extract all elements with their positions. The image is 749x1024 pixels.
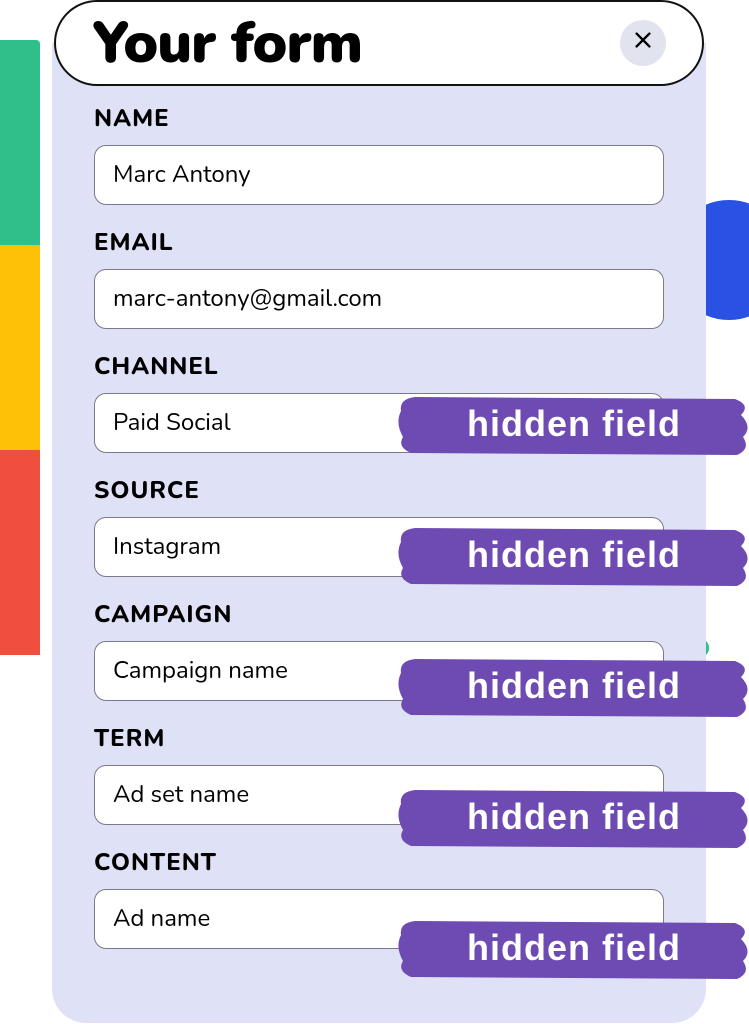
label-name: NAME <box>94 103 664 135</box>
label-term: TERM <box>94 723 664 755</box>
bg-strip-green <box>0 40 40 245</box>
bg-strip-yellow <box>0 245 40 450</box>
form-title: Your form <box>92 4 362 83</box>
field-term: TERM <box>94 723 664 825</box>
field-channel: CHANNEL <box>94 351 664 453</box>
label-channel: CHANNEL <box>94 351 664 383</box>
field-campaign: CAMPAIGN <box>94 599 664 701</box>
form-card: NAME EMAIL CHANNEL SOURCE CAMPAIGN TERM … <box>52 43 706 1023</box>
input-term[interactable] <box>94 765 664 825</box>
input-content[interactable] <box>94 889 664 949</box>
input-source[interactable] <box>94 517 664 577</box>
field-source: SOURCE <box>94 475 664 577</box>
close-button[interactable] <box>620 20 666 66</box>
field-name: NAME <box>94 103 664 205</box>
input-campaign[interactable] <box>94 641 664 701</box>
input-email[interactable] <box>94 269 664 329</box>
form-header: Your form <box>54 0 704 86</box>
input-name[interactable] <box>94 145 664 205</box>
close-icon <box>632 29 654 57</box>
label-source: SOURCE <box>94 475 664 507</box>
field-content: CONTENT <box>94 847 664 949</box>
input-channel[interactable] <box>94 393 664 453</box>
bg-strip-red <box>0 450 40 655</box>
label-content: CONTENT <box>94 847 664 879</box>
field-email: EMAIL <box>94 227 664 329</box>
label-campaign: CAMPAIGN <box>94 599 664 631</box>
label-email: EMAIL <box>94 227 664 259</box>
